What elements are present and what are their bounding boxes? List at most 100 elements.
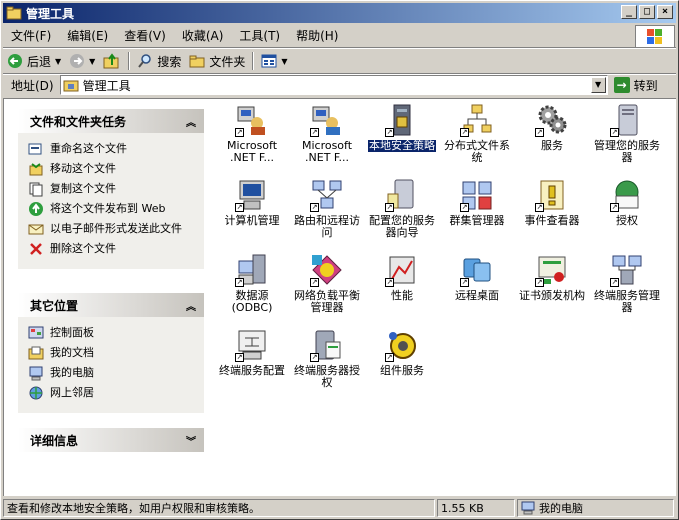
task-label: 删除这个文件 [50, 242, 116, 255]
shortcut-arrow-icon: ↗ [460, 203, 469, 212]
folders-label: 文件夹 [209, 54, 246, 69]
views-button[interactable]: ▼ [257, 50, 291, 72]
search-button[interactable]: 搜索 [133, 50, 185, 72]
collapse-chevron-icon[interactable]: ︽ [186, 114, 196, 129]
icon-dotnet-config[interactable]: ↗ Microsoft .NET F... [216, 103, 288, 164]
up-folder-button[interactable] [99, 50, 125, 72]
icon-event-viewer[interactable]: ↗ 事件查看器 [516, 178, 588, 227]
back-label: 后退 [27, 54, 52, 69]
icon-label: 管理您的服务器 [594, 139, 660, 164]
menu-file[interactable]: 文件(F) [3, 26, 59, 46]
other-places-panel: 其它位置 ︽ 控制面板 我的文档 我的电脑 网上邻居 [18, 293, 204, 413]
place-my-documents[interactable]: 我的文档 [28, 345, 200, 361]
address-dropdown-icon[interactable]: ▼ [590, 77, 606, 93]
task-copy[interactable]: 复制这个文件 [28, 181, 200, 197]
menu-edit[interactable]: 编辑(E) [59, 26, 116, 46]
task-email[interactable]: 以电子邮件形式发送此文件 [28, 221, 200, 237]
icon-distributed-fs[interactable]: ↗ 分布式文件系统 [441, 103, 513, 164]
task-publish-web[interactable]: 将这个文件发布到 Web [28, 201, 200, 217]
menu-tools[interactable]: 工具(T) [231, 26, 288, 46]
nlb-manager-icon: ↗ [310, 253, 344, 287]
views-dropdown-icon[interactable]: ▼ [281, 57, 287, 66]
icon-local-security-policy[interactable]: ↗ 本地安全策略 [366, 103, 438, 153]
certificate-authority-icon: ↗ [535, 253, 569, 287]
window-title: 管理工具 [26, 6, 75, 21]
back-dropdown-icon[interactable]: ▼ [55, 57, 61, 66]
control-panel-icon [28, 325, 44, 341]
server-wizard-icon: ↗ [385, 178, 419, 212]
icon-label: 服务 [541, 139, 563, 152]
place-network[interactable]: 网上邻居 [28, 385, 200, 401]
icon-remote-desktop[interactable]: ↗ 远程桌面 [441, 253, 513, 302]
file-tasks-header[interactable]: 文件和文件夹任务 ︽ [18, 109, 204, 133]
forward-dropdown-icon[interactable]: ▼ [89, 57, 95, 66]
place-control-panel[interactable]: 控制面板 [28, 325, 200, 341]
shortcut-arrow-icon: ↗ [535, 128, 544, 137]
address-bar: 地址(D) 管理工具 ▼ → 转到 [3, 74, 676, 96]
icon-computer-management[interactable]: ↗ 计算机管理 [216, 178, 288, 227]
task-label: 将这个文件发布到 Web [50, 202, 166, 215]
odbc-datasource-icon: ↗ [235, 253, 269, 287]
details-title: 详细信息 [30, 433, 79, 448]
delete-x-icon [28, 241, 44, 257]
address-input[interactable]: 管理工具 ▼ [59, 75, 608, 95]
go-button[interactable]: → 转到 [613, 77, 658, 94]
go-arrow-icon: → [613, 77, 630, 93]
shortcut-arrow-icon: ↗ [610, 128, 619, 137]
icon-dotnet-wizards[interactable]: ↗ Microsoft .NET F... [291, 103, 363, 164]
icon-label: 路由和远程访问 [294, 214, 360, 239]
my-documents-icon [28, 345, 44, 361]
icon-terminal-services-config[interactable]: ↗ 终端服务配置 [216, 328, 288, 377]
icon-licensing[interactable]: ↗ 授权 [591, 178, 663, 227]
shortcut-arrow-icon: ↗ [235, 278, 244, 287]
task-move[interactable]: 移动这个文件 [28, 161, 200, 177]
maximize-button[interactable]: □ [639, 5, 655, 19]
icon-cert-authority[interactable]: ↗ 证书颁发机构 [516, 253, 588, 302]
icon-terminal-server-licensing[interactable]: ↗ 终端服务器授权 [291, 328, 363, 389]
details-header[interactable]: 详细信息 ︾ [18, 428, 204, 452]
event-viewer-icon: ↗ [535, 178, 569, 212]
performance-chart-icon: ↗ [385, 253, 419, 287]
place-my-computer[interactable]: 我的电脑 [28, 365, 200, 381]
icon-label: 数据源 (ODBC) [231, 289, 273, 314]
icon-configure-server-wizard[interactable]: ↗ 配置您的服务器向导 [366, 178, 438, 239]
shortcut-arrow-icon: ↗ [460, 278, 469, 287]
folders-button[interactable]: 文件夹 [185, 50, 249, 72]
expand-chevron-icon[interactable]: ︾ [186, 433, 196, 448]
copy-icon [28, 181, 44, 197]
icon-performance[interactable]: ↗ 性能 [366, 253, 438, 302]
other-places-title: 其它位置 [30, 298, 79, 313]
close-button[interactable]: × [657, 5, 673, 19]
icon-cluster-manager[interactable]: ↗ 群集管理器 [441, 178, 513, 227]
dotnet-wizards-icon: ↗ [310, 103, 344, 137]
rename-icon [28, 141, 44, 157]
admin-tools-folder-icon [6, 5, 22, 21]
icon-routing-remote-access[interactable]: ↗ 路由和远程访问 [291, 178, 363, 239]
shortcut-arrow-icon: ↗ [610, 278, 619, 287]
shortcut-arrow-icon: ↗ [460, 128, 469, 137]
icon-manage-server[interactable]: ↗ 管理您的服务器 [591, 103, 663, 164]
place-label: 网上邻居 [50, 386, 94, 399]
services-gear-icon: ↗ [535, 103, 569, 137]
minimize-button[interactable]: _ [621, 5, 637, 19]
back-button[interactable]: 后退 ▼ [3, 50, 65, 72]
forward-button[interactable]: ▼ [65, 50, 99, 72]
task-rename[interactable]: 重命名这个文件 [28, 141, 200, 157]
menu-favorites[interactable]: 收藏(A) [174, 26, 232, 46]
title-bar[interactable]: 管理工具 _ □ × [3, 3, 676, 23]
menu-help[interactable]: 帮助(H) [288, 26, 346, 46]
icon-services[interactable]: ↗ 服务 [516, 103, 588, 152]
task-delete[interactable]: 删除这个文件 [28, 241, 200, 257]
icon-terminal-services-manager[interactable]: ↗ 终端服务管理器 [591, 253, 663, 314]
shortcut-arrow-icon: ↗ [385, 278, 394, 287]
icon-odbc[interactable]: ↗ 数据源 (ODBC) [216, 253, 288, 314]
standard-toolbar: 后退 ▼ ▼ 搜索 文件夹 ▼ [3, 49, 676, 73]
search-icon [138, 54, 152, 68]
icon-nlb-manager[interactable]: ↗ 网络负载平衡管理器 [291, 253, 363, 314]
other-places-header[interactable]: 其它位置 ︽ [18, 293, 204, 317]
menu-view[interactable]: 查看(V) [116, 26, 174, 46]
icon-label: 终端服务器授权 [294, 364, 360, 389]
icon-component-services[interactable]: ↗ 组件服务 [366, 328, 438, 377]
shortcut-arrow-icon: ↗ [310, 278, 319, 287]
collapse-chevron-icon[interactable]: ︽ [186, 298, 196, 313]
